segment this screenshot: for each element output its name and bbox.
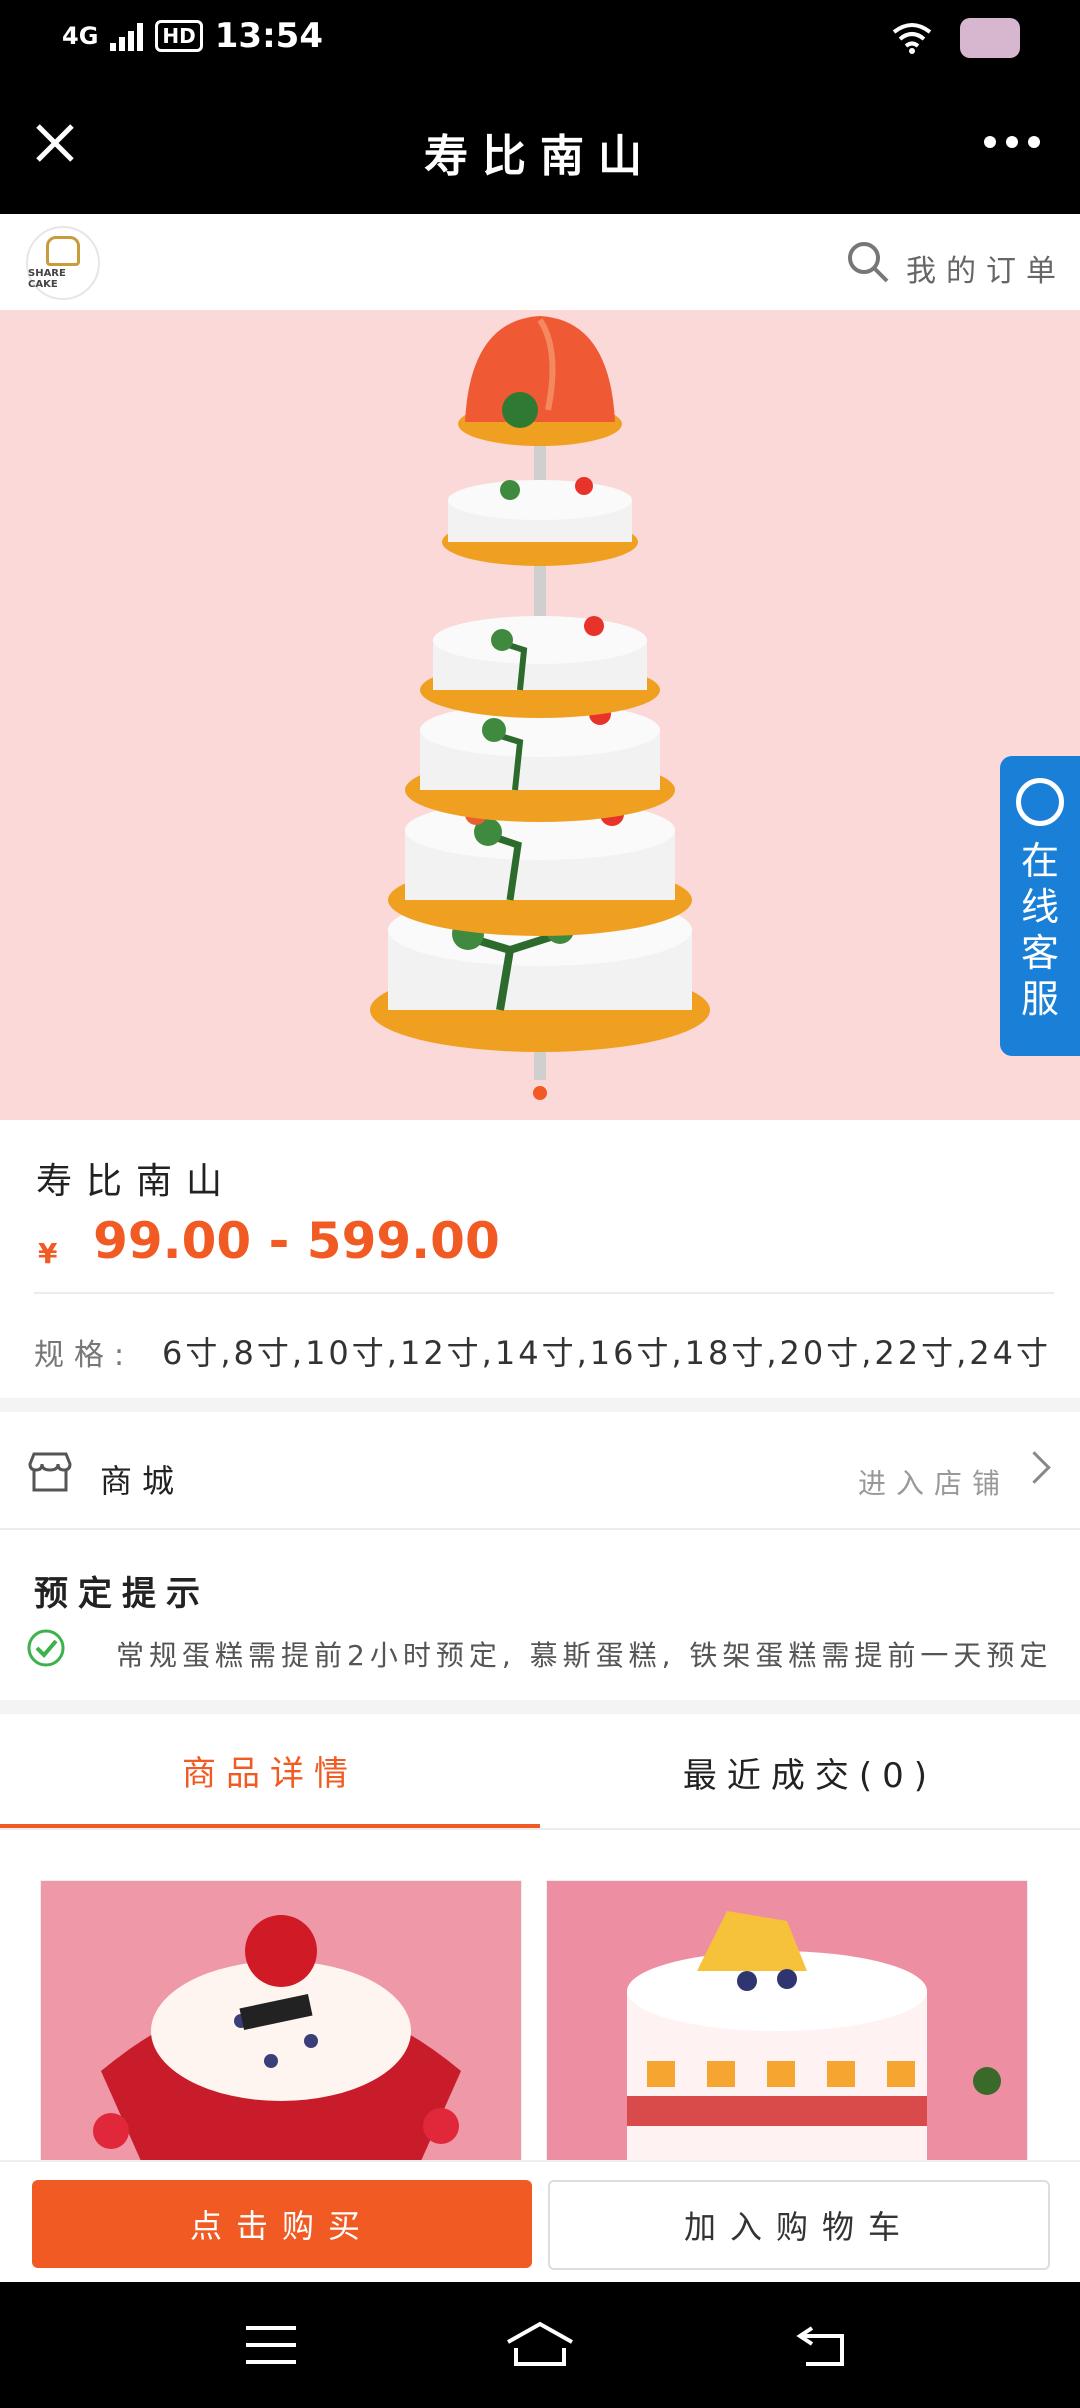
shop-logo[interactable]: SHARE CAKE (26, 226, 100, 300)
tab-recent-deals[interactable]: 最近成交(0) (540, 1716, 1080, 1828)
product-price: ¥ 99.00 - 599.00 (38, 1212, 500, 1270)
tiered-cake-image (370, 316, 710, 1080)
detail-image-mango-cake (546, 1880, 1028, 2162)
check-circle-icon (27, 1629, 65, 1667)
price-range: 99.00 - 599.00 (93, 1212, 500, 1270)
hd-badge: HD (155, 20, 203, 52)
more-icon[interactable] (984, 136, 1040, 148)
chevron-right-icon[interactable] (1018, 1451, 1051, 1484)
back-icon[interactable] (796, 2322, 850, 2368)
headset-icon (1016, 778, 1064, 826)
logo-text: SHARE CAKE (28, 268, 66, 290)
shop-header: SHARE CAKE 我的订单 (0, 214, 1080, 310)
online-service-label: 在线客服 (1020, 839, 1059, 1021)
divider (34, 1292, 1054, 1294)
network-type: 4G (62, 22, 99, 50)
tab-product-details[interactable]: 商品详情 (0, 1716, 540, 1828)
my-orders-link[interactable]: 我的订单 (906, 246, 1066, 290)
search-icon[interactable] (846, 240, 890, 284)
divider (0, 1828, 1080, 1830)
menu-icon[interactable] (244, 2324, 298, 2366)
title-bar: 寿比南山 (0, 80, 1080, 214)
section-gap (0, 1398, 1080, 1412)
action-bar: 点击购买 加入购物车 (0, 2160, 1080, 2284)
signal-icon (110, 21, 144, 51)
page-title: 寿比南山 (424, 131, 656, 182)
buy-now-button[interactable]: 点击购买 (32, 2180, 532, 2268)
status-bar: 4G HD 13:54 (0, 0, 1080, 80)
product-name: 寿比南山 (36, 1161, 237, 1202)
online-service-button[interactable]: 在线客服 (1000, 756, 1080, 1056)
notice-title: 预定提示 (34, 1574, 210, 1614)
carousel-dot-active[interactable] (533, 1086, 547, 1100)
product-banner[interactable] (0, 310, 1080, 1120)
wifi-icon (892, 23, 932, 54)
add-to-cart-button[interactable]: 加入购物车 (548, 2180, 1050, 2270)
store-icon (28, 1452, 72, 1492)
detail-image-rose-cake (40, 1880, 522, 2162)
status-time: 13:54 (214, 16, 323, 56)
status-left: 4G HD 13:54 (62, 16, 323, 56)
currency-symbol: ¥ (38, 1237, 58, 1270)
logo-mark (46, 236, 80, 266)
spec-options[interactable]: 6寸,8寸,10寸,12寸,14寸,16寸,18寸,20寸,22寸,24寸 (162, 1328, 1051, 1374)
store-label: 商城 (100, 1462, 185, 1500)
status-right (892, 18, 1020, 58)
section-gap (0, 1700, 1080, 1714)
home-icon[interactable] (504, 2320, 576, 2368)
spec-label: 规格: (34, 1338, 135, 1373)
system-nav-bar (0, 2282, 1080, 2408)
divider (0, 1528, 1080, 1530)
avatar (960, 18, 1020, 58)
notice-text: 常规蛋糕需提前2小时预定, 慕斯蛋糕, 铁架蛋糕需提前一天预定 (116, 1639, 1053, 1672)
enter-store-link[interactable]: 进入店铺 (858, 1462, 1010, 1502)
